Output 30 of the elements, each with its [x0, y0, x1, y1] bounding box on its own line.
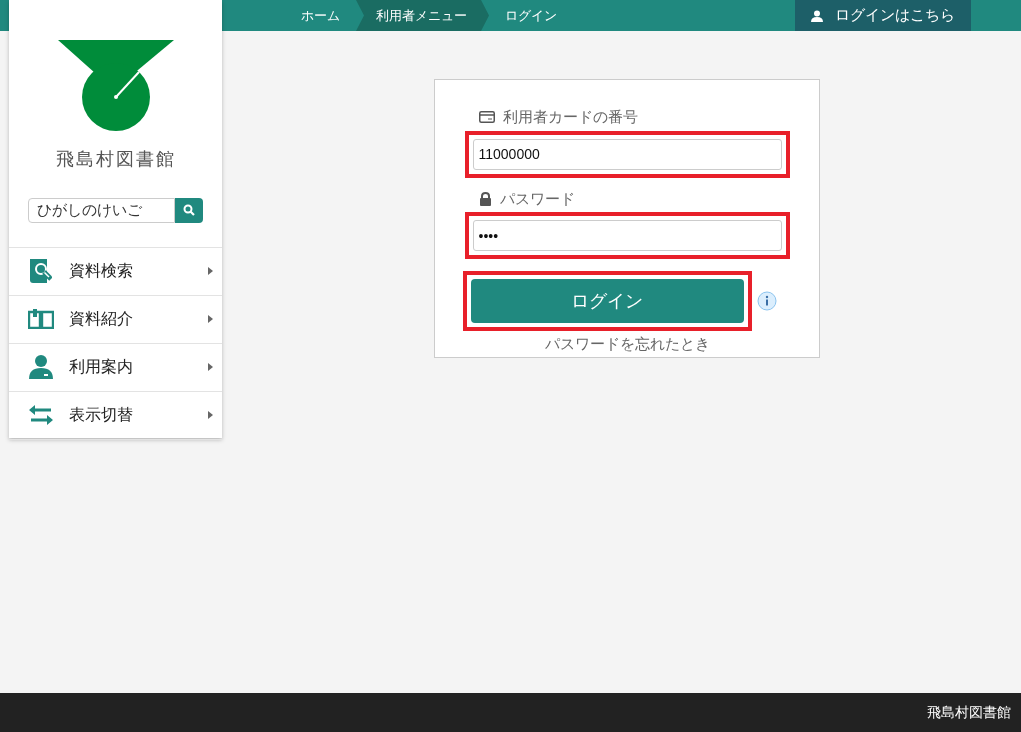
person-icon	[811, 9, 823, 22]
card-number-field[interactable]: 11000000	[472, 138, 782, 170]
lock-icon	[478, 191, 492, 206]
search-field[interactable]: ひがしのけいご	[28, 198, 175, 223]
caret-icon	[208, 411, 213, 419]
breadcrumb-link[interactable]: 利用者メニュー	[356, 0, 489, 31]
sidebar-menu-item[interactable]: 資料検索	[9, 247, 222, 296]
search-button[interactable]	[175, 198, 203, 223]
caret-icon	[208, 315, 213, 323]
library-logo-icon	[57, 40, 174, 132]
field-label: パスワード	[499, 188, 575, 209]
password-field[interactable]: ••••	[472, 220, 782, 251]
login-button[interactable]: ログイン	[470, 279, 744, 323]
library-name: 飛島村図書館	[54, 148, 177, 171]
switch-arrows-icon	[29, 405, 53, 425]
person-icon	[29, 355, 53, 379]
card-icon	[478, 111, 495, 124]
login-link[interactable]: ログインはこちら	[795, 0, 971, 31]
search-icon	[183, 204, 195, 217]
open-book-icon	[28, 309, 54, 329]
footer-text: 飛島村図書館	[927, 703, 1011, 722]
info-icon[interactable]	[756, 291, 777, 311]
sidebar-menu-item[interactable]: 表示切替	[9, 391, 222, 440]
book-search-icon	[30, 259, 52, 283]
caret-icon	[208, 363, 213, 371]
sidebar-menu-item[interactable]: 資料紹介	[9, 295, 222, 344]
field-label: 利用者カードの番号	[502, 107, 638, 127]
sidebar-menu-item[interactable]: 利用案内	[9, 343, 222, 392]
forgot-password-link[interactable]: パスワードを忘れたとき	[544, 333, 710, 356]
caret-icon	[208, 267, 213, 275]
